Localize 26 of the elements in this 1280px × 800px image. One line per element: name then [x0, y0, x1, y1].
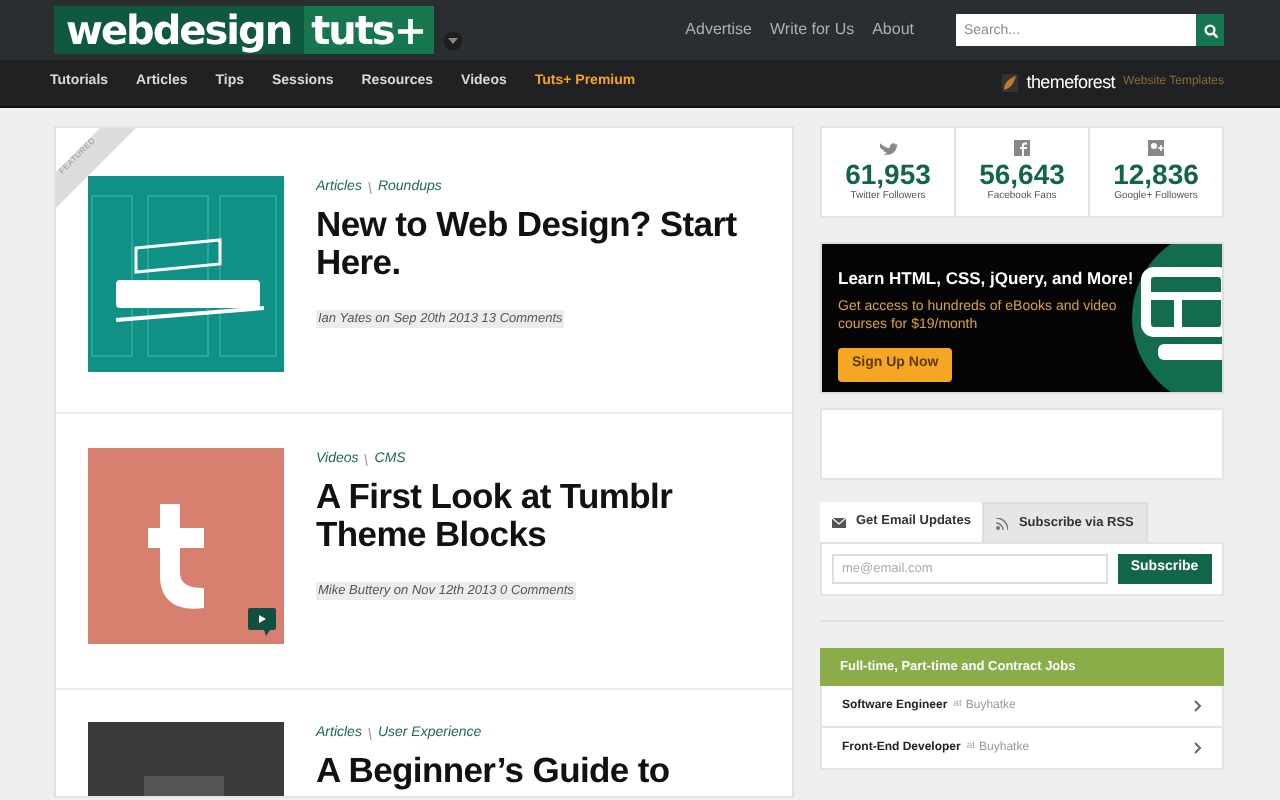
- caret-icon: [447, 37, 458, 43]
- rss-icon: [996, 517, 1009, 529]
- search-icon: [1203, 23, 1217, 37]
- partner-logo[interactable]: themeforest: [1026, 69, 1116, 97]
- separator-icon: [367, 728, 372, 741]
- header-link[interactable]: Write for Us: [770, 18, 855, 42]
- follower-count: 56,643: [979, 158, 1065, 190]
- follower-count: 12,836: [1113, 158, 1199, 190]
- leaf-icon: [1002, 74, 1019, 92]
- header-link[interactable]: About: [872, 18, 914, 42]
- article-title[interactable]: New to Web Design? Start Here.: [316, 205, 776, 281]
- promo-title: Learn HTML, CSS, jQuery, and More!: [838, 268, 1136, 288]
- envelope-icon: [832, 517, 846, 527]
- facebook-icon: [1013, 140, 1031, 156]
- follower-count: 61,953: [845, 158, 931, 190]
- article-title[interactable]: A Beginner’s Guide to: [316, 751, 776, 789]
- google-plus-icon: [1147, 140, 1165, 156]
- header-link[interactable]: Advertise: [685, 18, 753, 42]
- separator-icon: [364, 454, 369, 467]
- bird-icon: [879, 140, 897, 156]
- article-title[interactable]: A First Look at Tumblr Theme Blocks: [316, 477, 776, 553]
- dropdown-button[interactable]: [443, 31, 462, 49]
- chevron-icon: [1194, 700, 1202, 712]
- search-button[interactable]: [1196, 14, 1224, 46]
- separator-icon: [367, 182, 372, 195]
- chevron-icon: [1194, 742, 1202, 754]
